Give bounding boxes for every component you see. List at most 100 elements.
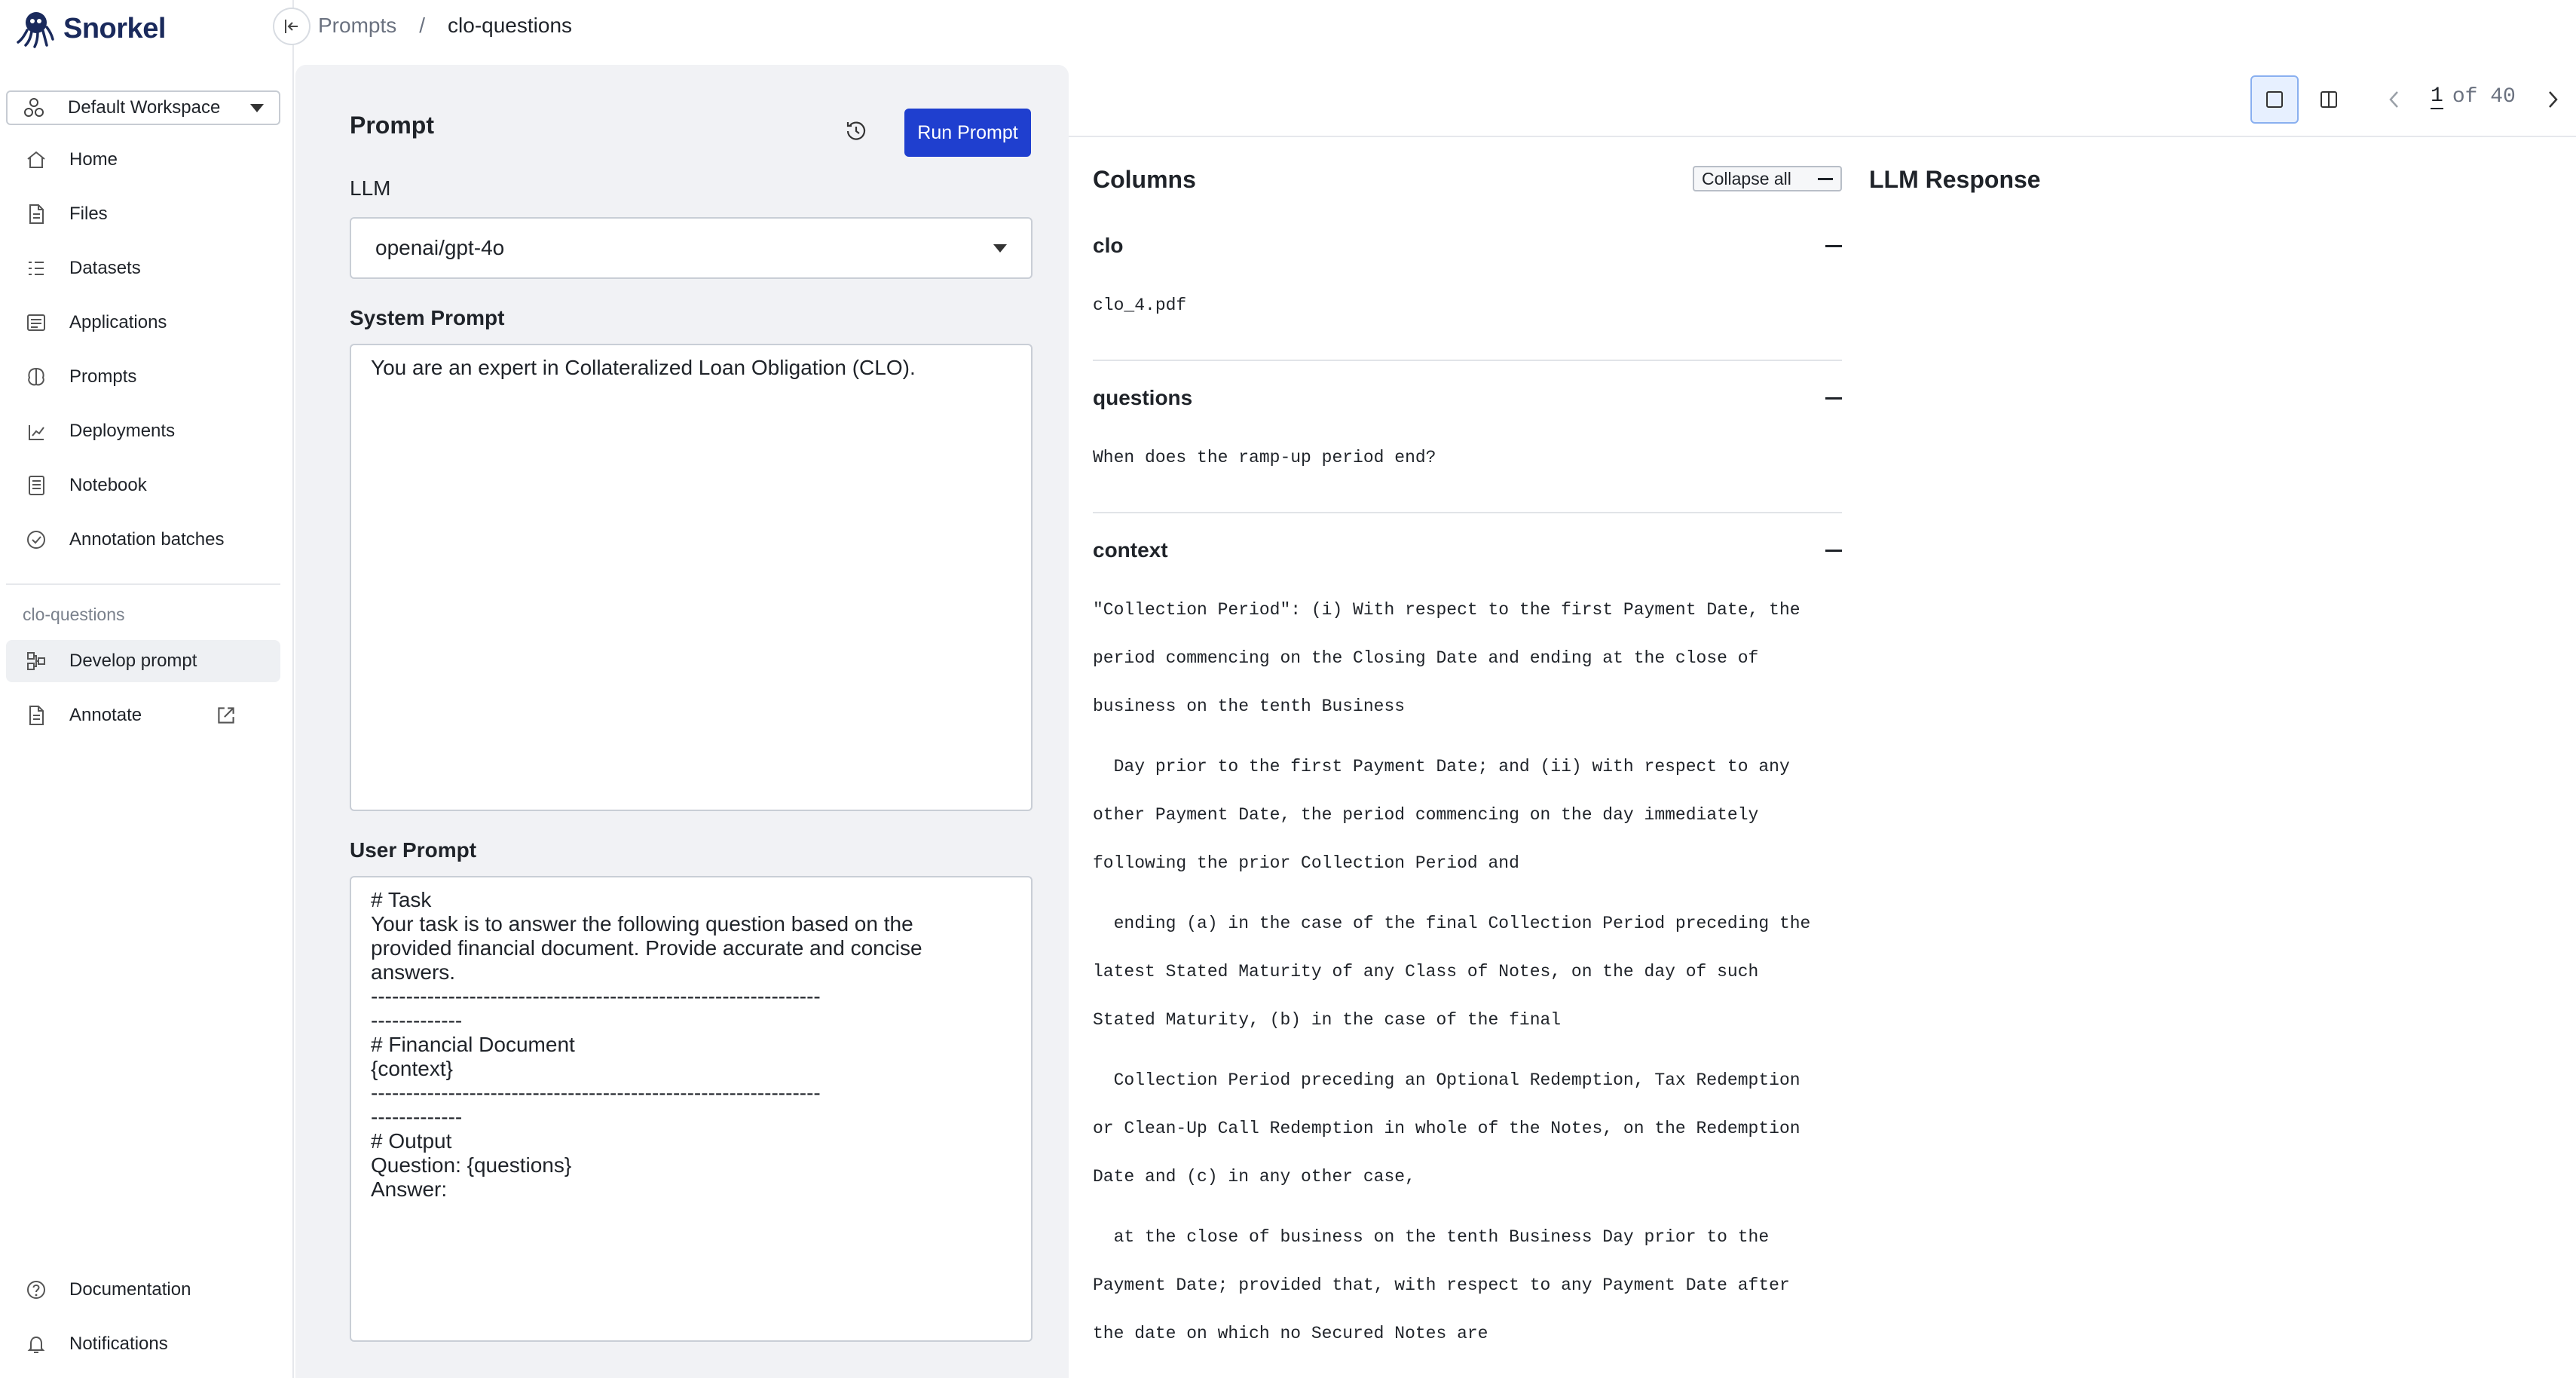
run-prompt-button[interactable]: Run Prompt — [904, 109, 1031, 157]
context-line: other Payment Date, the period commencin… — [1093, 805, 1759, 825]
nav-item-documentation[interactable]: Documentation — [6, 1269, 280, 1311]
field-value-clo: clo_4.pdf — [1093, 296, 1187, 315]
help-icon — [27, 1281, 45, 1299]
nav-item-develop-prompt[interactable]: Develop prompt — [6, 640, 280, 682]
datasets-icon — [29, 262, 44, 275]
llm-value: openai/gpt-4o — [375, 236, 505, 259]
context-line: business on the tenth Business — [1093, 697, 1406, 716]
bell-icon — [27, 1336, 45, 1353]
nav-label: Documentation — [69, 1279, 191, 1300]
system-prompt-label: System Prompt — [350, 306, 505, 329]
nav-label: Datasets — [69, 258, 141, 278]
app-name: Snorkel — [63, 12, 166, 44]
sidebar: Snorkel Default Workspace Home Files Dat… — [0, 0, 294, 1378]
nav-item-notifications[interactable]: Notifications — [6, 1323, 280, 1365]
context-line: Payment Date; provided that, with respec… — [1093, 1275, 1790, 1295]
nav-item-files[interactable]: Files — [6, 193, 280, 235]
context-line: period commencing on the Closing Date an… — [1093, 648, 1759, 668]
llm-select[interactable]: openai/gpt-4o — [350, 217, 1033, 279]
nav-item-prompts[interactable]: Prompts — [6, 356, 280, 398]
minus-icon[interactable] — [1825, 549, 1842, 552]
user-prompt-label: User Prompt — [350, 838, 477, 862]
prompt-panel: Prompt Run Prompt LLM openai/gpt-4o Syst… — [295, 65, 1069, 1378]
context-line: or Clean-Up Call Redemption in whole of … — [1093, 1119, 1800, 1138]
minus-icon[interactable] — [1825, 397, 1842, 400]
nav-label: Files — [69, 204, 108, 224]
chevron-down-icon — [250, 103, 264, 112]
field-name: questions — [1093, 386, 1193, 409]
single-view-button[interactable] — [2250, 75, 2299, 124]
field-name: clo — [1093, 234, 1124, 257]
octopus-logo-icon — [17, 12, 54, 48]
columns-title: Columns — [1093, 166, 1196, 193]
nav-item-home[interactable]: Home — [6, 139, 280, 181]
pager-current[interactable]: 1 — [2431, 84, 2443, 109]
workspace-label: Default Workspace — [68, 97, 221, 118]
toolbar-divider — [1069, 136, 2576, 137]
nav-item-annotation-batches[interactable]: Annotation batches — [6, 519, 280, 561]
context-line: latest Stated Maturity of any Class of N… — [1093, 962, 1759, 981]
context-line: Date and (c) in any other case, — [1093, 1167, 1415, 1187]
nav-item-deployments[interactable]: Deployments — [6, 410, 280, 452]
pager-total: of 40 — [2452, 85, 2516, 109]
minus-icon[interactable] — [1825, 244, 1842, 247]
breadcrumb: Prompts / clo-questions — [318, 14, 572, 38]
context-line: "Collection Period": (i) With respect to… — [1093, 600, 1800, 620]
context-line: at the close of business on the tenth Bu… — [1093, 1227, 1770, 1247]
user-prompt-textarea[interactable]: # Task Your task is to answer the follow… — [350, 876, 1033, 1342]
deployments-icon — [29, 425, 44, 440]
project-label: clo-questions — [23, 605, 125, 624]
split-view-button[interactable] — [2305, 75, 2353, 124]
field-header-questions[interactable]: questions — [1093, 383, 1842, 413]
nav-item-datasets[interactable]: Datasets — [6, 247, 280, 289]
context-line: Collection Period preceding an Optional … — [1093, 1070, 1800, 1090]
breadcrumb-prompts-link[interactable]: Prompts — [318, 14, 396, 38]
chevron-left-icon[interactable] — [2383, 84, 2406, 115]
home-icon — [27, 151, 45, 168]
field-divider — [1093, 360, 1842, 361]
applications-icon — [27, 314, 45, 331]
llm-label: LLM — [350, 176, 391, 200]
nav-label: Prompts — [69, 366, 137, 387]
field-name: context — [1093, 538, 1168, 562]
breadcrumb-current: clo-questions — [448, 14, 573, 37]
breadcrumb-separator: / — [419, 14, 426, 37]
pager: 1 of 40 — [2431, 84, 2516, 109]
context-line: following the prior Collection Period an… — [1093, 853, 1519, 873]
collapse-left-icon — [285, 20, 298, 33]
check-circle-icon — [27, 531, 45, 549]
nav-label: Applications — [69, 312, 167, 332]
nav-item-annotate[interactable]: Annotate — [6, 694, 280, 736]
square-icon — [2266, 91, 2283, 108]
panel-title: Prompt — [350, 112, 434, 139]
nav-label: Annotation batches — [69, 529, 225, 550]
nav-label: Notebook — [69, 475, 147, 495]
app-logo[interactable]: Snorkel — [15, 6, 166, 51]
collapse-sidebar-button[interactable] — [273, 8, 311, 45]
nav-item-notebook[interactable]: Notebook — [6, 464, 280, 507]
history-icon[interactable] — [843, 118, 870, 145]
chevron-down-icon — [993, 243, 1007, 253]
sidebar-divider — [6, 583, 280, 585]
nav-label: Develop prompt — [69, 651, 197, 671]
external-link-icon[interactable] — [214, 703, 238, 727]
collapse-all-button[interactable]: Collapse all — [1693, 166, 1842, 191]
context-line: Day prior to the first Payment Date; and… — [1093, 757, 1790, 776]
context-line: the date on which no Secured Notes are — [1093, 1324, 1488, 1343]
workspace-icon — [24, 98, 44, 117]
field-divider — [1093, 512, 1842, 513]
llm-response-title: LLM Response — [1869, 166, 2041, 193]
minus-icon — [1818, 177, 1833, 180]
system-prompt-textarea[interactable]: You are an expert in Collateralized Loan… — [350, 344, 1033, 811]
file-icon — [29, 706, 44, 725]
collapse-all-label: Collapse all — [1702, 168, 1791, 188]
chevron-right-icon[interactable] — [2541, 84, 2564, 115]
field-value-questions: When does the ramp-up period end? — [1093, 448, 1436, 467]
nav-label: Notifications — [69, 1334, 168, 1354]
develop-icon — [27, 652, 45, 670]
field-header-clo[interactable]: clo — [1093, 231, 1842, 261]
workspace-selector[interactable]: Default Workspace — [6, 90, 280, 125]
nav-label: Annotate — [69, 705, 142, 725]
field-header-context[interactable]: context — [1093, 535, 1842, 565]
nav-item-applications[interactable]: Applications — [6, 302, 280, 344]
